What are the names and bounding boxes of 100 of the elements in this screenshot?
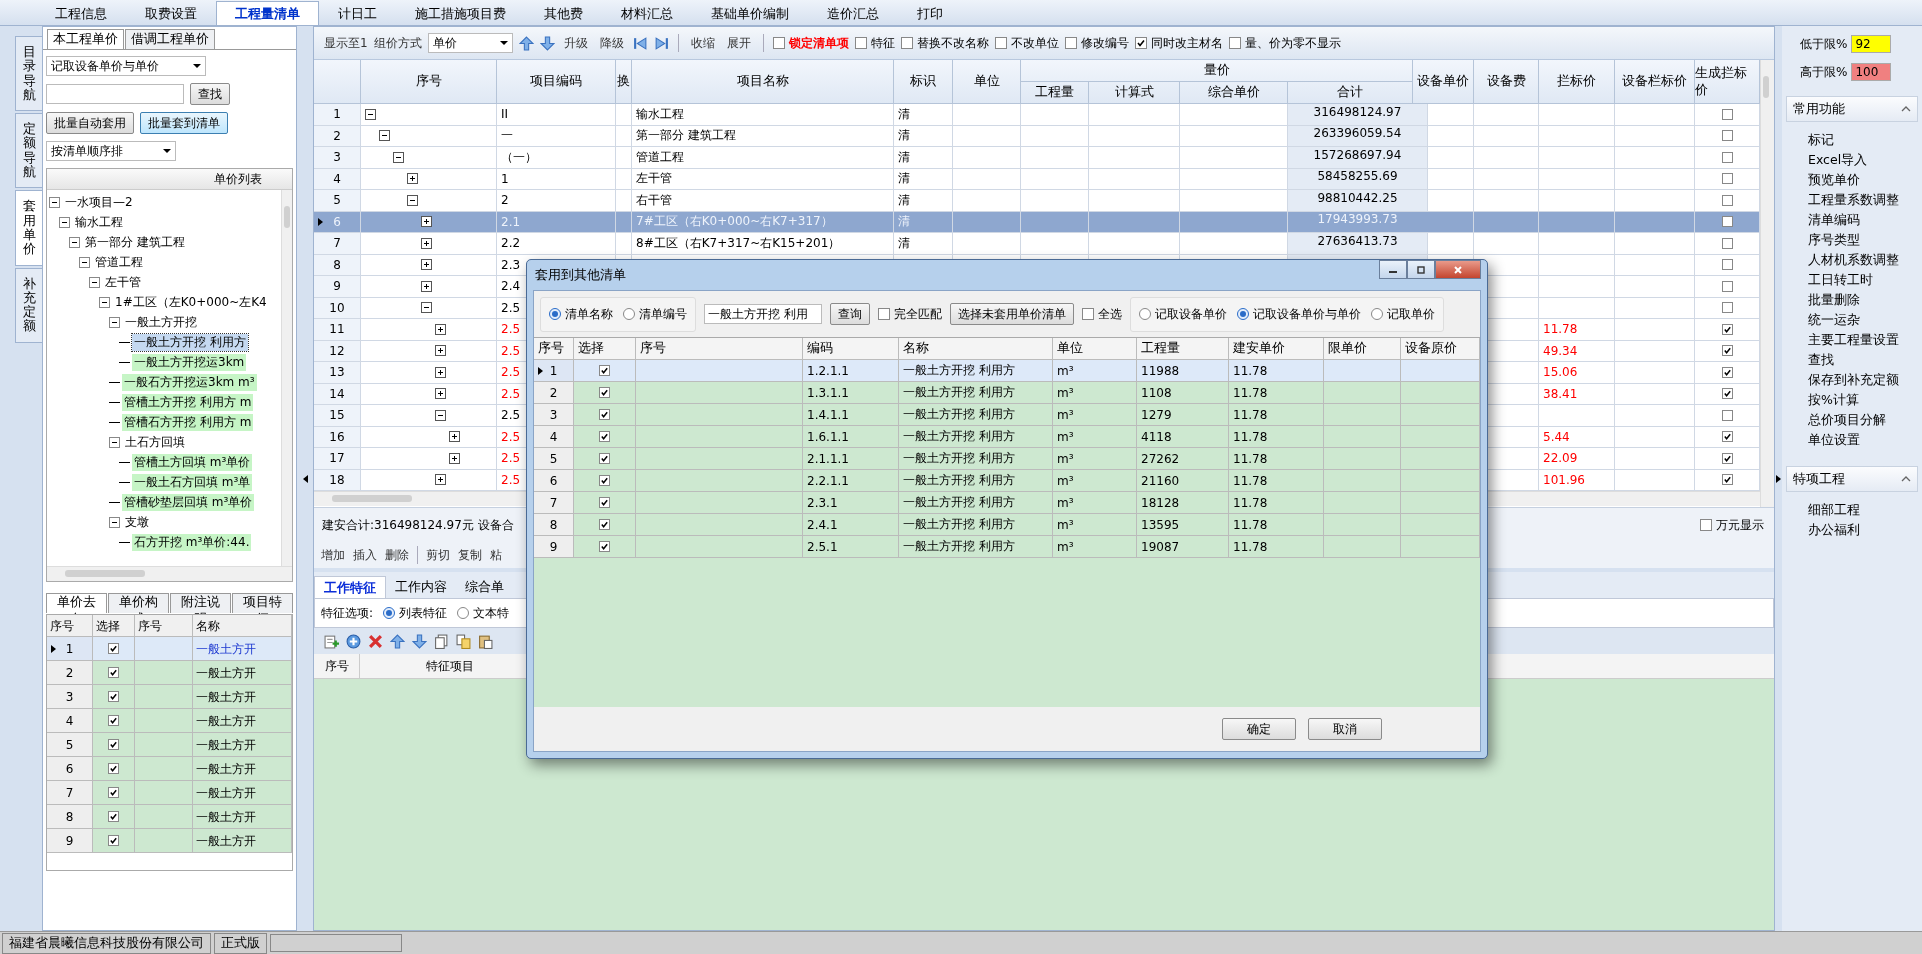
menu-tab[interactable]: 材料汇总 <box>602 1 692 25</box>
function-link[interactable]: 序号类型 <box>1808 230 1918 250</box>
panel-tab[interactable]: 借调工程单价 <box>125 29 215 49</box>
checkbox[interactable] <box>108 643 119 654</box>
checkbox[interactable] <box>108 667 119 678</box>
checkbox[interactable] <box>1721 280 1733 292</box>
copy-icon[interactable] <box>434 633 449 649</box>
panel-tab[interactable]: 项目特 <box>232 593 293 613</box>
tree-item[interactable]: 支墩 <box>123 513 151 531</box>
collapse-button[interactable]: 收缩 <box>687 34 718 52</box>
checkbox[interactable] <box>1721 388 1733 400</box>
checkbox[interactable] <box>1721 302 1733 314</box>
checkbox[interactable] <box>599 365 610 376</box>
pricing-dropdown[interactable]: 单价 <box>427 33 513 53</box>
scrollbar[interactable] <box>281 190 292 566</box>
scrollbar[interactable] <box>1760 60 1774 507</box>
collapse-icon[interactable] <box>49 196 60 208</box>
checkbox[interactable] <box>108 739 119 750</box>
delete-icon[interactable] <box>368 633 383 649</box>
expander-icon[interactable] <box>421 259 432 271</box>
section-header[interactable]: 常用功能 <box>1786 96 1918 122</box>
side-nav-tab[interactable]: 目录导航 <box>15 36 42 112</box>
tree-item[interactable]: 1#工区（左K0+000~左K4 <box>113 293 269 311</box>
expander-icon[interactable] <box>435 323 446 335</box>
option-checkbox[interactable]: 量、价为零不显示 <box>1228 34 1341 52</box>
checkbox[interactable] <box>1721 173 1733 185</box>
function-link[interactable]: 单位设置 <box>1808 430 1918 450</box>
collapse-icon[interactable] <box>109 316 120 328</box>
last-icon[interactable] <box>653 35 669 51</box>
menu-tab[interactable]: 计日工 <box>319 1 396 25</box>
ok-button[interactable]: 确定 <box>1222 718 1296 740</box>
function-link[interactable]: Excel导入 <box>1808 150 1918 170</box>
checkbox[interactable] <box>1721 431 1733 443</box>
option-checkbox[interactable]: 同时改主材名 <box>1134 34 1223 52</box>
expander-icon[interactable] <box>421 280 432 292</box>
function-link[interactable]: 统一运杂 <box>1808 310 1918 330</box>
search-field[interactable] <box>46 84 184 104</box>
checkbox[interactable] <box>108 787 119 798</box>
collapse-icon[interactable] <box>59 216 70 228</box>
panel-tab[interactable]: 本工程单价 <box>47 29 124 49</box>
menu-tab[interactable]: 工程信息 <box>36 1 126 25</box>
tree-item[interactable]: 第一部分 建筑工程 <box>83 233 187 251</box>
option-checkbox[interactable]: 特征 <box>854 34 895 52</box>
function-link[interactable]: 工日转工时 <box>1808 270 1918 290</box>
panel-tab[interactable]: 单价构 <box>108 593 169 613</box>
batch-button[interactable]: 批量套到清单 <box>140 112 228 134</box>
checkbox[interactable] <box>599 541 610 552</box>
menu-tab[interactable]: 施工措施项目费 <box>396 1 525 25</box>
expander-icon[interactable] <box>449 431 460 443</box>
tree-item[interactable]: 土石方回填 <box>123 433 187 451</box>
expander-icon[interactable] <box>435 388 446 400</box>
tree-item[interactable]: 左干管 <box>103 273 143 291</box>
detail-tab[interactable]: 综合单 <box>456 576 513 598</box>
downgrade-button[interactable]: 降级 <box>596 34 627 52</box>
function-link[interactable]: 总价项目分解 <box>1808 410 1918 430</box>
tree-item[interactable]: 一般土方开挖 <box>123 313 199 331</box>
collapse-icon[interactable] <box>99 296 110 308</box>
tree-item[interactable]: 管槽砂垫层回填 m³单价 <box>122 493 255 511</box>
select-unused-button[interactable]: 选择未套用单价清单 <box>950 303 1074 325</box>
tree-item[interactable]: 一般土石方回填 m³单 <box>132 473 253 491</box>
price-mode-radio[interactable]: 记取设备单价与单价 <box>1237 305 1361 323</box>
duplicate-icon[interactable] <box>456 633 471 649</box>
up-arrow-icon[interactable] <box>518 35 534 51</box>
detail-tab[interactable]: 工作内容 <box>386 576 456 598</box>
checkbox[interactable] <box>599 497 610 508</box>
checkbox[interactable] <box>1721 474 1733 486</box>
add-row-icon[interactable] <box>324 633 339 649</box>
sort-dropdown[interactable]: 按清单顺序排 <box>46 141 176 161</box>
checkbox[interactable] <box>108 715 119 726</box>
edit-action-button[interactable]: 粘 <box>487 546 505 564</box>
checkbox[interactable] <box>1721 345 1733 357</box>
edit-action-button[interactable]: 增加 <box>318 546 348 564</box>
feature-radio[interactable]: 列表特征 <box>383 604 448 622</box>
down-arrow-icon[interactable] <box>539 35 555 51</box>
function-link[interactable]: 人材机系数调整 <box>1808 250 1918 270</box>
show-level-dropdown[interactable]: 显示至1 <box>324 34 368 52</box>
close-button[interactable] <box>1435 260 1481 279</box>
checkbox[interactable] <box>1721 151 1733 163</box>
function-link[interactable]: 细部工程 <box>1808 500 1918 520</box>
checkbox[interactable] <box>1721 130 1733 142</box>
checkbox[interactable] <box>108 763 119 774</box>
search-by-radio[interactable]: 清单编号 <box>623 305 687 323</box>
option-checkbox[interactable]: 不改单位 <box>994 34 1059 52</box>
expander-icon[interactable] <box>449 452 460 464</box>
checkbox[interactable] <box>1721 108 1733 120</box>
checkbox[interactable] <box>1721 366 1733 378</box>
option-checkbox[interactable]: 替换不改名称 <box>900 34 989 52</box>
function-link[interactable]: 主要工程量设置 <box>1808 330 1918 350</box>
menu-tab[interactable]: 造价汇总 <box>808 1 898 25</box>
select-all-checkbox[interactable]: 全选 <box>1082 305 1122 323</box>
down-arrow-icon[interactable] <box>412 633 427 649</box>
checkbox[interactable] <box>599 387 610 398</box>
checkbox[interactable] <box>1721 237 1733 249</box>
checkbox[interactable] <box>1721 452 1733 464</box>
tree-item[interactable]: 管槽土方回填 m³单价 <box>132 453 253 471</box>
tree-item[interactable]: 管道工程 <box>93 253 145 271</box>
tree-item[interactable]: 一水项目—2 <box>63 193 135 211</box>
tree-item[interactable]: 石方开挖 m³单价:44. <box>132 533 252 551</box>
collapse-icon[interactable] <box>109 436 120 448</box>
price-mode-radio[interactable]: 记取单价 <box>1371 305 1435 323</box>
